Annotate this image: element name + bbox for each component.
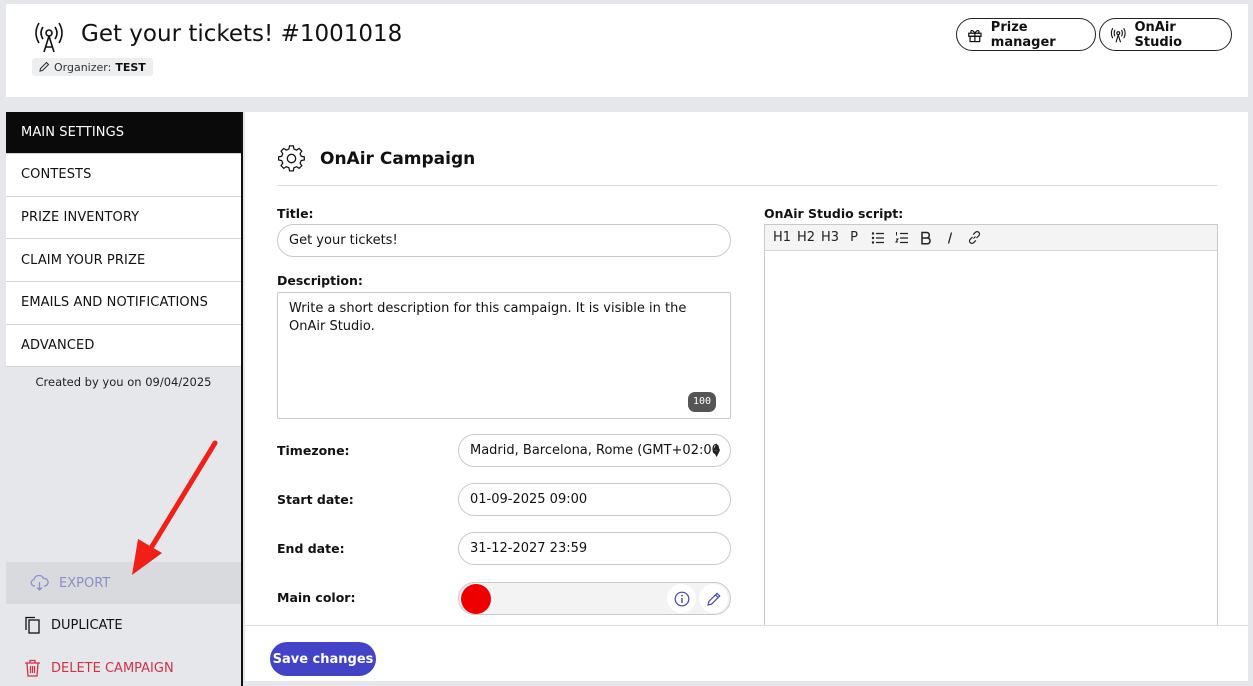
paragraph-button[interactable]: P <box>842 227 866 249</box>
footer-bar: Save changes <box>245 625 1248 681</box>
bold-icon <box>921 231 931 245</box>
pencil-icon <box>39 61 50 72</box>
onair-studio-label: OnAir Studio <box>1134 19 1183 50</box>
page-title: Get your tickets! #1001018 <box>81 21 403 47</box>
h3-button[interactable]: H3 <box>818 227 842 249</box>
description-text: Write a short description for this campa… <box>289 301 687 334</box>
page-header: Get your tickets! #1001018 Organizer: TE… <box>6 4 1248 97</box>
export-button[interactable]: EXPORT <box>6 562 241 604</box>
link-button[interactable] <box>962 227 986 249</box>
broadcast-icon <box>35 22 63 53</box>
timezone-select[interactable]: Madrid, Barcelona, Rome (GMT+02:00 ▲ ▼ <box>458 434 731 467</box>
section-header: OnAir Campaign <box>278 145 475 173</box>
trash-icon <box>25 659 40 677</box>
sidebar-item-emails-and-notifications[interactable]: EMAILS AND NOTIFICATIONS <box>6 282 241 325</box>
italic-button[interactable] <box>938 227 962 249</box>
timezone-label: Timezone: <box>277 443 350 458</box>
main-color-picker[interactable] <box>458 582 731 615</box>
timezone-value: Madrid, Barcelona, Rome (GMT+02:00 <box>470 443 720 458</box>
info-icon <box>674 591 689 606</box>
info-button[interactable] <box>667 584 696 613</box>
sidebar-item-claim-your-prize[interactable]: CLAIM YOUR PRIZE <box>6 239 241 283</box>
sidebar-item-advanced[interactable]: ADVANCED <box>6 324 241 368</box>
created-info: Created by you on 09/04/2025 <box>35 375 212 390</box>
start-date-input[interactable]: 01-09-2025 09:00 <box>458 483 731 516</box>
script-editor[interactable]: H1 H2 H3 P <box>764 224 1218 625</box>
sidebar-item-prize-inventory[interactable]: PRIZE INVENTORY <box>6 196 241 240</box>
onair-studio-button[interactable]: OnAir Studio <box>1099 18 1232 51</box>
section-title: OnAir Campaign <box>320 149 476 169</box>
script-label: OnAir Studio script: <box>764 206 904 221</box>
copy-icon <box>25 616 40 634</box>
sidebar: MAIN SETTINGS CONTESTS PRIZE INVENTORY C… <box>6 112 243 686</box>
color-edit-button[interactable] <box>699 584 728 613</box>
pencil-icon <box>706 591 721 606</box>
italic-icon <box>947 231 953 244</box>
broadcast-icon <box>1110 27 1126 42</box>
character-counter: 100 <box>687 392 716 412</box>
gift-icon <box>968 29 982 42</box>
organizer-label: Organizer: <box>54 60 112 74</box>
organizer-value: TEST <box>115 60 146 74</box>
bold-button[interactable] <box>914 227 938 249</box>
title-input[interactable]: Get your tickets! <box>277 224 731 257</box>
end-date-input[interactable]: 31-12-2027 23:59 <box>458 532 731 565</box>
link-icon <box>968 231 980 244</box>
bullet-list-icon <box>871 231 884 244</box>
gear-icon <box>278 145 305 172</box>
description-textarea[interactable]: Write a short description for this campa… <box>277 292 731 419</box>
duplicate-button[interactable]: DUPLICATE <box>6 604 241 646</box>
prize-manager-label: Prize manager <box>990 19 1056 50</box>
cloud-download-icon <box>30 575 49 591</box>
start-date-label: Start date: <box>277 492 354 507</box>
delete-campaign-button[interactable]: DELETE CAMPAIGN <box>6 647 241 686</box>
organizer-badge: Organizer: TEST <box>32 58 153 76</box>
title-label: Title: <box>277 206 314 221</box>
sidebar-item-contests[interactable]: CONTESTS <box>6 154 241 197</box>
bullet-list-button[interactable] <box>866 227 890 249</box>
save-changes-button[interactable]: Save changes <box>270 642 376 676</box>
numbered-list-button[interactable] <box>890 227 914 249</box>
h1-button[interactable]: H1 <box>770 227 794 249</box>
delete-campaign-label: DELETE CAMPAIGN <box>51 660 174 676</box>
description-label: Description: <box>277 273 363 288</box>
export-label: EXPORT <box>59 575 111 591</box>
main-panel: OnAir Campaign Title: Get your tickets! … <box>245 112 1248 625</box>
duplicate-label: DUPLICATE <box>51 617 123 633</box>
sidebar-item-main-settings[interactable]: MAIN SETTINGS <box>6 112 241 154</box>
prize-manager-button[interactable]: Prize manager <box>956 18 1096 51</box>
numbered-list-icon <box>895 231 908 243</box>
editor-toolbar: H1 H2 H3 P <box>765 225 1217 251</box>
h2-button[interactable]: H2 <box>794 227 818 249</box>
color-swatch[interactable] <box>461 584 491 614</box>
section-divider <box>277 185 1217 186</box>
end-date-label: End date: <box>277 541 345 556</box>
main-color-label: Main color: <box>277 590 356 605</box>
select-arrows-icon: ▲ ▼ <box>713 442 720 459</box>
